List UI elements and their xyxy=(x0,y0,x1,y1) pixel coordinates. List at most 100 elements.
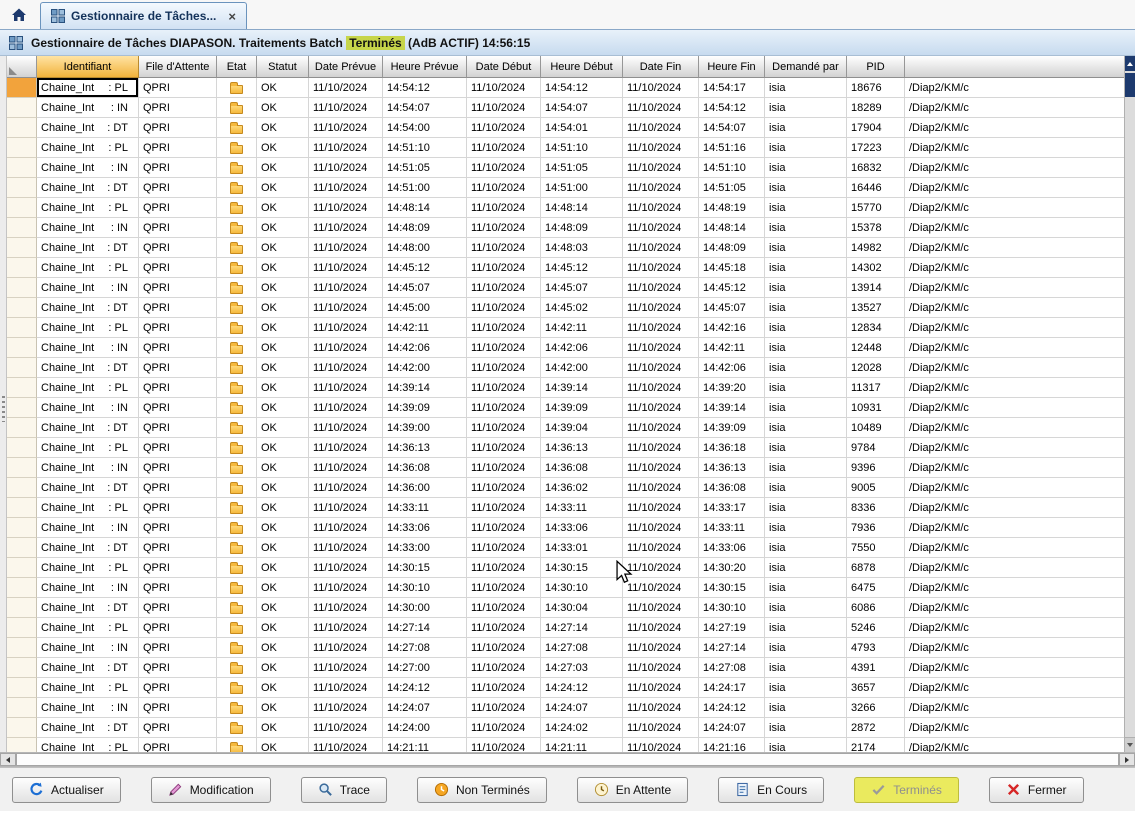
select-all-corner[interactable] xyxy=(7,56,37,78)
row-selector[interactable] xyxy=(7,138,37,158)
cell-heure-fin[interactable]: 14:42:16 xyxy=(699,318,765,338)
table-row[interactable]: Chaine_Int : IN QPRI OK 11/10/2024 14:39… xyxy=(7,398,1124,418)
table-row[interactable]: Chaine_Int : DT QPRI OK 11/10/2024 14:36… xyxy=(7,478,1124,498)
table-row[interactable]: Chaine_Int : DT QPRI OK 11/10/2024 14:51… xyxy=(7,178,1124,198)
table-row[interactable]: Chaine_Int : PL QPRI OK 11/10/2024 14:24… xyxy=(7,678,1124,698)
cell-heure-fin[interactable]: 14:39:20 xyxy=(699,378,765,398)
cell-file-attente[interactable]: QPRI xyxy=(139,158,217,178)
cell-date-fin[interactable]: 11/10/2024 xyxy=(623,658,699,678)
cell-identifiant[interactable]: Chaine_Int : IN xyxy=(37,638,139,658)
cell-pid[interactable]: 6878 xyxy=(847,558,905,578)
cell-identifiant[interactable]: Chaine_Int : DT xyxy=(37,178,139,198)
cell-file-attente[interactable]: QPRI xyxy=(139,118,217,138)
cell-demande-par[interactable]: isia xyxy=(765,438,847,458)
cell-identifiant[interactable]: Chaine_Int : IN xyxy=(37,578,139,598)
cell-etat[interactable] xyxy=(217,458,257,478)
column-header-heure-debut[interactable]: Heure Début xyxy=(541,56,623,78)
cell-identifiant[interactable]: Chaine_Int : PL xyxy=(37,78,139,98)
cell-heure-fin[interactable]: 14:36:08 xyxy=(699,478,765,498)
row-selector[interactable] xyxy=(7,238,37,258)
cell-commande[interactable]: /Diap2/KM/c xyxy=(905,558,1124,578)
cell-date-prevue[interactable]: 11/10/2024 xyxy=(309,198,383,218)
table-row[interactable]: Chaine_Int : IN QPRI OK 11/10/2024 14:30… xyxy=(7,578,1124,598)
table-row[interactable]: Chaine_Int : IN QPRI OK 11/10/2024 14:42… xyxy=(7,338,1124,358)
column-header-statut[interactable]: Statut xyxy=(257,56,309,78)
en-attente-button[interactable]: En Attente xyxy=(577,777,688,803)
cell-date-prevue[interactable]: 11/10/2024 xyxy=(309,338,383,358)
cell-date-prevue[interactable]: 11/10/2024 xyxy=(309,638,383,658)
cell-demande-par[interactable]: isia xyxy=(765,298,847,318)
row-selector[interactable] xyxy=(7,318,37,338)
cell-date-prevue[interactable]: 11/10/2024 xyxy=(309,178,383,198)
cell-date-fin[interactable]: 11/10/2024 xyxy=(623,298,699,318)
cell-file-attente[interactable]: QPRI xyxy=(139,598,217,618)
cell-heure-prevue[interactable]: 14:51:05 xyxy=(383,158,467,178)
cell-pid[interactable]: 9784 xyxy=(847,438,905,458)
cell-heure-debut[interactable]: 14:27:14 xyxy=(541,618,623,638)
cell-pid[interactable]: 4793 xyxy=(847,638,905,658)
cell-date-prevue[interactable]: 11/10/2024 xyxy=(309,398,383,418)
cell-commande[interactable]: /Diap2/KM/c xyxy=(905,158,1124,178)
cell-statut[interactable]: OK xyxy=(257,358,309,378)
row-selector[interactable] xyxy=(7,478,37,498)
cell-statut[interactable]: OK xyxy=(257,438,309,458)
cell-commande[interactable]: /Diap2/KM/c xyxy=(905,378,1124,398)
non-termines-button[interactable]: Non Terminés xyxy=(417,777,547,803)
cell-heure-debut[interactable]: 14:51:10 xyxy=(541,138,623,158)
cell-date-prevue[interactable]: 11/10/2024 xyxy=(309,218,383,238)
cell-heure-prevue[interactable]: 14:39:09 xyxy=(383,398,467,418)
cell-file-attente[interactable]: QPRI xyxy=(139,538,217,558)
cell-demande-par[interactable]: isia xyxy=(765,78,847,98)
cell-pid[interactable]: 9396 xyxy=(847,458,905,478)
row-selector[interactable] xyxy=(7,598,37,618)
cell-date-debut[interactable]: 11/10/2024 xyxy=(467,138,541,158)
row-selector[interactable] xyxy=(7,698,37,718)
cell-statut[interactable]: OK xyxy=(257,478,309,498)
cell-etat[interactable] xyxy=(217,338,257,358)
cell-demande-par[interactable]: isia xyxy=(765,558,847,578)
cell-heure-prevue[interactable]: 14:54:07 xyxy=(383,98,467,118)
actualiser-button[interactable]: Actualiser xyxy=(12,777,121,803)
row-selector[interactable] xyxy=(7,618,37,638)
cell-date-prevue[interactable]: 11/10/2024 xyxy=(309,498,383,518)
cell-commande[interactable]: /Diap2/KM/c xyxy=(905,538,1124,558)
cell-date-fin[interactable]: 11/10/2024 xyxy=(623,418,699,438)
cell-date-prevue[interactable]: 11/10/2024 xyxy=(309,378,383,398)
cell-date-debut[interactable]: 11/10/2024 xyxy=(467,338,541,358)
cell-demande-par[interactable]: isia xyxy=(765,218,847,238)
cell-heure-fin[interactable]: 14:45:07 xyxy=(699,298,765,318)
row-selector[interactable] xyxy=(7,118,37,138)
cell-heure-debut[interactable]: 14:51:00 xyxy=(541,178,623,198)
cell-commande[interactable]: /Diap2/KM/c xyxy=(905,618,1124,638)
cell-commande[interactable]: /Diap2/KM/c xyxy=(905,98,1124,118)
cell-date-debut[interactable]: 11/10/2024 xyxy=(467,598,541,618)
cell-identifiant[interactable]: Chaine_Int : PL xyxy=(37,438,139,458)
table-row[interactable]: Chaine_Int : PL QPRI OK 11/10/2024 14:54… xyxy=(7,78,1124,98)
cell-statut[interactable]: OK xyxy=(257,418,309,438)
cell-heure-prevue[interactable]: 14:42:11 xyxy=(383,318,467,338)
cell-heure-prevue[interactable]: 14:54:00 xyxy=(383,118,467,138)
cell-date-prevue[interactable]: 11/10/2024 xyxy=(309,158,383,178)
cell-statut[interactable]: OK xyxy=(257,238,309,258)
cell-pid[interactable]: 18289 xyxy=(847,98,905,118)
cell-demande-par[interactable]: isia xyxy=(765,658,847,678)
cell-heure-prevue[interactable]: 14:45:07 xyxy=(383,278,467,298)
cell-date-debut[interactable]: 11/10/2024 xyxy=(467,498,541,518)
cell-heure-debut[interactable]: 14:48:03 xyxy=(541,238,623,258)
cell-etat[interactable] xyxy=(217,98,257,118)
cell-commande[interactable]: /Diap2/KM/c xyxy=(905,358,1124,378)
cell-heure-fin[interactable]: 14:27:08 xyxy=(699,658,765,678)
cell-heure-fin[interactable]: 14:33:11 xyxy=(699,518,765,538)
cell-identifiant[interactable]: Chaine_Int : DT xyxy=(37,418,139,438)
table-row[interactable]: Chaine_Int : DT QPRI OK 11/10/2024 14:45… xyxy=(7,298,1124,318)
cell-file-attente[interactable]: QPRI xyxy=(139,318,217,338)
cell-demande-par[interactable]: isia xyxy=(765,358,847,378)
cell-file-attente[interactable]: QPRI xyxy=(139,398,217,418)
cell-date-prevue[interactable]: 11/10/2024 xyxy=(309,438,383,458)
cell-date-debut[interactable]: 11/10/2024 xyxy=(467,118,541,138)
table-row[interactable]: Chaine_Int : IN QPRI OK 11/10/2024 14:36… xyxy=(7,458,1124,478)
cell-demande-par[interactable]: isia xyxy=(765,398,847,418)
cell-heure-debut[interactable]: 14:42:00 xyxy=(541,358,623,378)
row-selector[interactable] xyxy=(7,538,37,558)
cell-date-fin[interactable]: 11/10/2024 xyxy=(623,398,699,418)
